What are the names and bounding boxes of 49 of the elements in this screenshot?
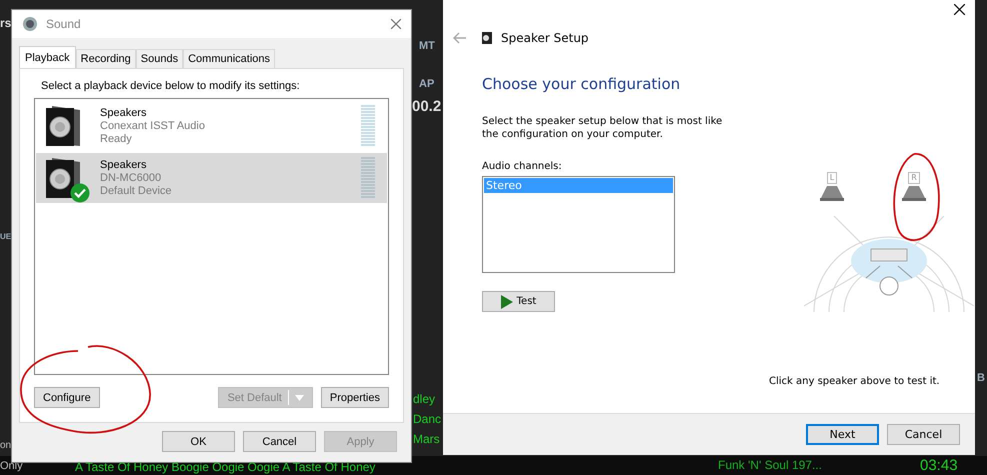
device-row[interactable]: Speakers Conexant ISST Audio Ready [36, 101, 387, 151]
caret-icon [294, 394, 304, 400]
device-driver: DN-MC6000 [100, 172, 162, 184]
field-label: Audio channels: [482, 161, 563, 172]
button[interactable]: Next [806, 424, 879, 445]
tab[interactable]: Communications [183, 49, 276, 68]
level-meter [361, 105, 375, 147]
description-text: Select the speaker setup below that is most like the configuration on your computer. [482, 115, 724, 141]
page-heading: Choose your configuration [482, 75, 682, 93]
background-app-text: B [977, 372, 985, 384]
background-app-text: Mars [413, 432, 440, 446]
back-arrow-icon [453, 32, 467, 44]
tab[interactable]: Recording [76, 49, 136, 68]
speaker-cone-icon [819, 186, 845, 202]
background-app-text: AP [419, 78, 434, 90]
test-button[interactable]: Test [482, 291, 555, 312]
close-icon[interactable] [954, 4, 965, 15]
play-icon [500, 294, 513, 308]
background-app-text: Danc [413, 412, 442, 426]
background-app-text: Funk 'N' Soul 197... [718, 458, 822, 472]
device-status: Default Device [100, 184, 173, 198]
background-app-text: rs [0, 16, 12, 30]
device-row[interactable]: Speakers DN-MC6000 Default Device [36, 153, 387, 203]
device-status: Ready [100, 132, 133, 146]
background-app-text: 03:43 [920, 457, 958, 474]
speaker-icon [22, 16, 38, 32]
button[interactable]: OK [162, 431, 235, 452]
background-app-text: 00.2 [412, 98, 442, 115]
button[interactable]: Configure [34, 387, 100, 408]
device-name: Speakers [100, 106, 148, 120]
level-meter [361, 157, 375, 199]
device-driver: Conexant ISST Audio [100, 120, 206, 132]
button[interactable]: Cancel [887, 424, 960, 445]
button[interactable]: Properties [320, 387, 389, 408]
background-app-text: dley [413, 392, 436, 406]
hint-text: Click any speaker above to test it. [769, 376, 940, 387]
background-app-text: Only [0, 460, 23, 472]
button[interactable]: Cancel [243, 431, 316, 452]
background-app-text: UE [0, 232, 12, 241]
speaker-cone-icon [901, 186, 927, 202]
tab[interactable]: Sounds [136, 49, 184, 68]
device-name: Speakers [100, 158, 148, 172]
background-app-text: on [0, 440, 12, 451]
instruction-text: Select a playback device below to modify its settings: [41, 80, 301, 92]
window-title: Sound [46, 17, 82, 31]
background-app-text: MT [419, 40, 435, 52]
speaker-icon [481, 31, 493, 45]
tab[interactable]: Playback [19, 46, 76, 68]
window-title: Speaker Setup [501, 31, 589, 45]
